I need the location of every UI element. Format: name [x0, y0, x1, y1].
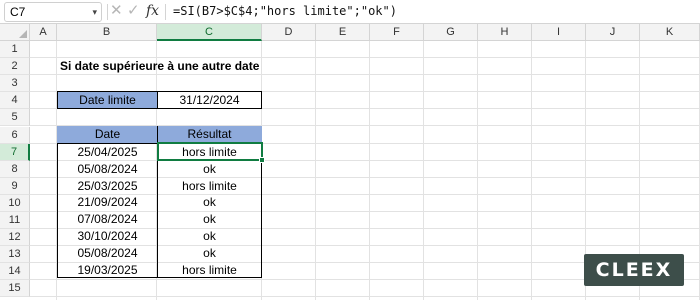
table-cell-result[interactable]: ok: [157, 161, 262, 178]
check-icon[interactable]: ✓: [127, 1, 140, 21]
table-cell-result[interactable]: hors limite: [157, 262, 262, 279]
column-header-e[interactable]: E: [316, 24, 370, 41]
row-header-5[interactable]: 5: [0, 109, 30, 126]
table-cell-result[interactable]: ok: [157, 228, 262, 245]
table-cell-result[interactable]: ok: [157, 194, 262, 211]
cleex-logo-text: CLEEX: [595, 259, 673, 281]
formula-bar-divider: [107, 4, 108, 20]
row-header-6[interactable]: 6: [0, 127, 30, 144]
table-cell-result[interactable]: ok: [157, 211, 262, 228]
row-header-2[interactable]: 2: [0, 58, 30, 75]
row-header-10[interactable]: 10: [0, 195, 30, 212]
name-box[interactable]: C7 ▾: [4, 2, 102, 22]
row-header-13[interactable]: 13: [0, 246, 30, 263]
name-box-value: C7: [10, 5, 26, 19]
chevron-down-icon[interactable]: ▾: [92, 3, 97, 21]
close-icon[interactable]: ✕: [110, 1, 123, 21]
sheet-title: Si date supérieure à une autre date: [60, 59, 260, 73]
formula-input[interactable]: =SI(B7>$C$4;"hors limite";"ok"): [173, 2, 397, 20]
column-header-j[interactable]: J: [586, 24, 640, 41]
date-limit-value-cell[interactable]: 31/12/2024: [157, 91, 262, 109]
table-cell-date[interactable]: 25/04/2025: [57, 144, 158, 161]
formula-bar: C7 ▾ ✕ ✓ fx =SI(B7>$C$4;"hors limite";"o…: [0, 0, 700, 24]
column-header-h[interactable]: H: [478, 24, 532, 41]
table-cell-date[interactable]: 25/03/2025: [57, 178, 158, 195]
column-header-k[interactable]: K: [640, 24, 700, 41]
table-cell-date[interactable]: 05/08/2024: [57, 245, 158, 262]
column-header-i[interactable]: I: [532, 24, 586, 41]
row-header-14[interactable]: 14: [0, 263, 30, 280]
formula-bar-divider: [165, 4, 166, 20]
select-all-icon: [19, 30, 27, 38]
table-header-date[interactable]: Date: [57, 126, 158, 143]
row-header-9[interactable]: 9: [0, 178, 30, 195]
row-gridline: [30, 296, 700, 297]
select-all-corner[interactable]: [0, 24, 30, 41]
row-header-12[interactable]: 12: [0, 229, 30, 246]
date-limit-label-cell[interactable]: Date limite: [57, 91, 158, 109]
table-cell-date[interactable]: 30/10/2024: [57, 228, 158, 245]
table-cell-result[interactable]: ok: [157, 245, 262, 262]
active-cell-highlight[interactable]: [157, 142, 265, 163]
row-header-8[interactable]: 8: [0, 161, 30, 178]
column-header-a[interactable]: A: [30, 24, 57, 41]
row-header-4[interactable]: 4: [0, 92, 30, 109]
row-header-1[interactable]: 1: [0, 41, 30, 58]
table-cell-date[interactable]: 05/08/2024: [57, 161, 158, 178]
column-header-b[interactable]: B: [57, 24, 157, 41]
row-header-15[interactable]: 15: [0, 280, 30, 297]
table-header-result[interactable]: Résultat: [157, 126, 262, 143]
row-header-3[interactable]: 3: [0, 75, 30, 92]
column-header-d[interactable]: D: [262, 24, 316, 41]
column-header-g[interactable]: G: [424, 24, 478, 41]
table-cell-result[interactable]: hors limite: [157, 178, 262, 195]
row-header-7[interactable]: 7: [0, 144, 30, 161]
cleex-logo: CLEEX: [584, 254, 684, 286]
table-cell-date[interactable]: 21/09/2024: [57, 194, 158, 211]
table-cell-date[interactable]: 19/03/2025: [57, 262, 158, 279]
fx-icon[interactable]: fx: [146, 1, 159, 21]
column-header-f[interactable]: F: [370, 24, 424, 41]
column-header-c[interactable]: C: [157, 24, 262, 41]
table-cell-date[interactable]: 07/08/2024: [57, 211, 158, 228]
row-header-11[interactable]: 11: [0, 212, 30, 229]
fill-handle[interactable]: [259, 157, 265, 163]
